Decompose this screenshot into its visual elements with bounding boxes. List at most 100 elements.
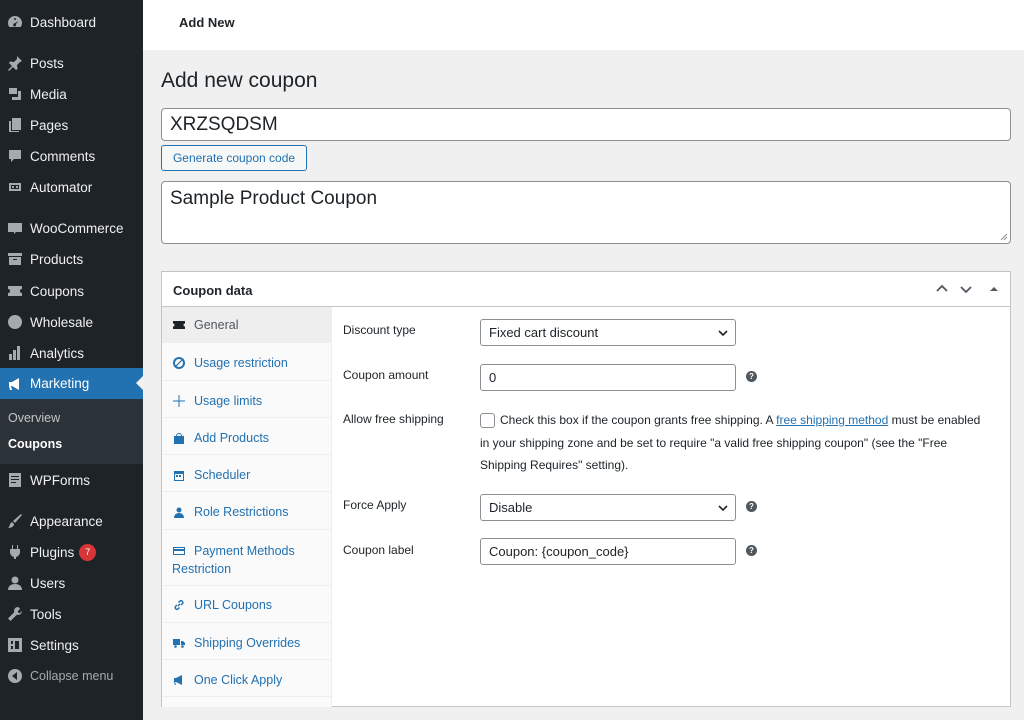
woo-icon xyxy=(6,219,24,237)
menu-label: Wholesale xyxy=(30,314,94,330)
menu-label: Products xyxy=(30,251,84,267)
coupon-description-textarea[interactable]: Sample Product Coupon xyxy=(161,181,1011,244)
megaphone-icon xyxy=(172,673,186,687)
plugins-update-badge: 7 xyxy=(79,543,97,561)
submenu-coupons[interactable]: Coupons xyxy=(8,437,62,451)
select-value: Disable xyxy=(489,500,533,515)
coupon-code-input[interactable]: XRZSQDSM xyxy=(161,108,1011,141)
menu-dashboard[interactable]: Dashboard xyxy=(0,7,143,37)
dashboard-icon xyxy=(6,13,24,31)
tab-usage-limits[interactable]: Usage limits xyxy=(162,381,332,418)
coupon-amount-label: Coupon amount xyxy=(343,368,429,382)
menu-label: Pages xyxy=(30,117,69,133)
automator-icon xyxy=(6,178,24,196)
tab-url-coupons[interactable]: URL Coupons xyxy=(162,586,332,623)
free-shipping-method-link[interactable]: free shipping method xyxy=(776,413,888,427)
generate-coupon-code-button[interactable]: Generate coupon code xyxy=(161,145,307,171)
menu-label: Comments xyxy=(30,148,96,164)
menu-tools[interactable]: Tools xyxy=(0,599,143,629)
coupon-data-tabs: General Usage restriction Usage limits A… xyxy=(162,307,332,707)
menu-label: Posts xyxy=(30,55,64,71)
move-up-icon[interactable] xyxy=(933,280,951,298)
page-title: Add new coupon xyxy=(161,69,318,92)
menu-label: Tools xyxy=(30,606,62,622)
menu-plugins[interactable]: Plugins 7 xyxy=(0,537,143,567)
tab-add-products[interactable]: Add Products xyxy=(162,418,332,455)
coupon-label-input[interactable]: Coupon: {coupon_code} xyxy=(480,538,736,565)
no-entry-icon xyxy=(172,356,186,370)
menu-users[interactable]: Users xyxy=(0,568,143,598)
tab-label: Payment Methods Restriction xyxy=(172,544,295,576)
media-icon xyxy=(6,85,24,103)
menu-settings[interactable]: Settings xyxy=(0,630,143,660)
menu-wholesale[interactable]: Wholesale xyxy=(0,307,143,337)
archive-icon xyxy=(6,250,24,268)
menu-automator[interactable]: Automator xyxy=(0,172,143,202)
help-icon[interactable]: ? xyxy=(746,371,757,382)
free-shipping-description: Check this box if the coupon grants free… xyxy=(480,409,990,477)
menu-media[interactable]: Media xyxy=(0,79,143,109)
tab-one-click-apply[interactable]: One Click Apply xyxy=(162,660,332,697)
menu-label: Collapse menu xyxy=(30,669,114,683)
tab-scheduler[interactable]: Scheduler xyxy=(162,455,332,492)
tab-general[interactable]: General xyxy=(162,307,332,343)
menu-appearance[interactable]: Appearance xyxy=(0,506,143,536)
tab-usage-restriction[interactable]: Usage restriction xyxy=(162,343,332,381)
discount-type-select[interactable]: Fixed cart discount xyxy=(480,319,736,346)
tab-label: Usage restriction xyxy=(194,356,288,370)
force-apply-select[interactable]: Disable xyxy=(480,494,736,521)
move-down-icon[interactable] xyxy=(957,280,975,298)
plug-icon xyxy=(6,543,24,561)
tab-label: General xyxy=(194,318,239,332)
tab-label: One Click Apply xyxy=(194,673,283,687)
menu-label: Media xyxy=(30,86,67,102)
top-bar: Add New xyxy=(143,0,1024,50)
menu-pages[interactable]: Pages xyxy=(0,110,143,140)
panel-header: Coupon data xyxy=(162,272,1010,307)
ticket-icon xyxy=(172,318,186,332)
coupon-amount-input[interactable]: 0 xyxy=(480,364,736,391)
menu-label: Automator xyxy=(30,179,93,195)
menu-label: Plugins xyxy=(30,544,75,560)
tab-label: Role Restrictions xyxy=(194,505,289,519)
coupon-data-panel: Coupon data General Usage restriction Us… xyxy=(161,271,1011,707)
tab-label: URL Coupons xyxy=(194,598,273,612)
tab-payment-methods-restriction[interactable]: Payment Methods Restriction xyxy=(162,530,332,586)
help-icon[interactable]: ? xyxy=(746,501,757,512)
submenu-overview[interactable]: Overview xyxy=(8,411,60,425)
menu-label: WPForms xyxy=(30,472,90,488)
help-icon[interactable]: ? xyxy=(746,545,757,556)
brush-icon xyxy=(6,512,24,530)
menu-coupons[interactable]: Coupons xyxy=(0,276,143,306)
menu-marketing[interactable]: Marketing xyxy=(0,368,143,399)
resize-grip-icon[interactable] xyxy=(1000,233,1008,241)
menu-label: Analytics xyxy=(30,345,85,361)
menu-label: Settings xyxy=(30,637,79,653)
menu-label: Dashboard xyxy=(30,14,97,30)
megaphone-icon xyxy=(6,375,24,393)
tab-shipping-overrides[interactable]: Shipping Overrides xyxy=(162,623,332,660)
menu-woocommerce[interactable]: WooCommerce xyxy=(0,213,143,243)
collapse-icon xyxy=(6,667,24,685)
pin-icon xyxy=(6,54,24,72)
topbar-title: Add New xyxy=(179,15,235,30)
tab-label: Usage limits xyxy=(194,394,263,408)
tab-role-restrictions[interactable]: Role Restrictions xyxy=(162,492,332,530)
select-value: Fixed cart discount xyxy=(489,325,599,340)
menu-label: Appearance xyxy=(30,513,103,529)
menu-posts[interactable]: Posts xyxy=(0,48,143,78)
tab-label: Add Products xyxy=(194,431,270,445)
user-icon xyxy=(172,505,186,519)
toggle-panel-icon[interactable] xyxy=(985,280,1003,298)
tab-label: Scheduler xyxy=(194,468,251,482)
admin-sidebar: Dashboard Posts Media Pages Comments Aut… xyxy=(0,0,143,720)
menu-comments[interactable]: Comments xyxy=(0,141,143,171)
menu-wpforms[interactable]: WPForms xyxy=(0,465,143,495)
collapse-menu-button[interactable]: Collapse menu xyxy=(0,661,143,691)
crosshair-icon xyxy=(172,394,186,408)
menu-products[interactable]: Products xyxy=(0,244,143,274)
link-icon xyxy=(172,598,186,612)
menu-analytics[interactable]: Analytics xyxy=(0,338,143,368)
bar-chart-icon xyxy=(6,344,24,362)
forms-icon xyxy=(6,471,24,489)
